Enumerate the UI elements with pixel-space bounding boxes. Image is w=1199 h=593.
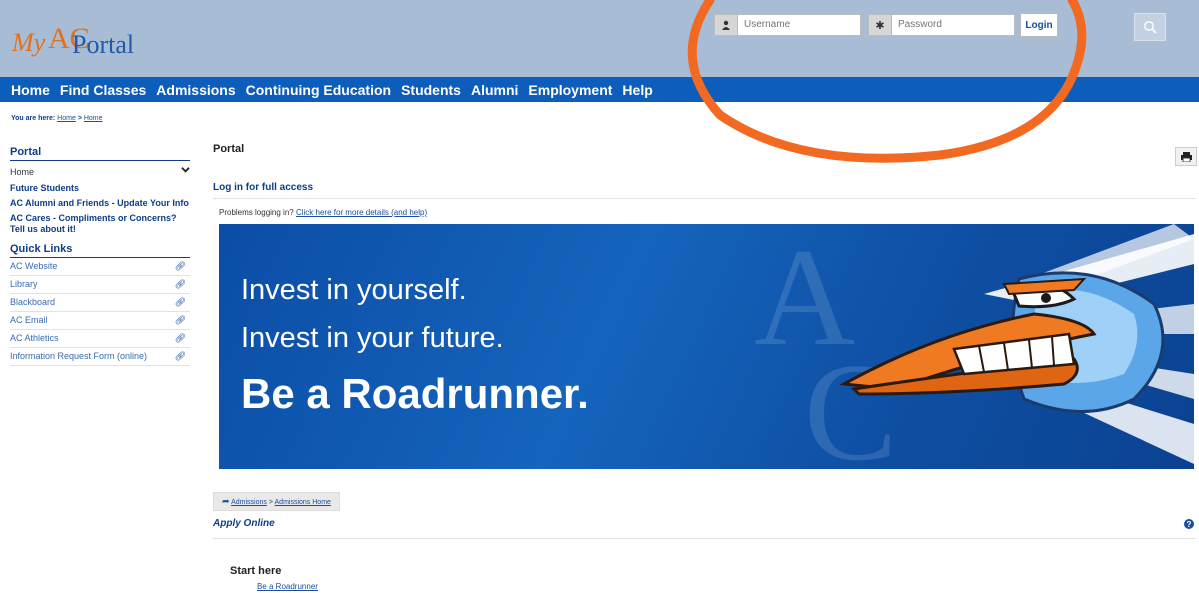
roadrunner-banner[interactable]: A C Invest in yourself. Invest in your f… (219, 224, 1194, 469)
search-button[interactable] (1134, 13, 1166, 41)
you-are-here-label: You are here: (11, 115, 56, 122)
be-a-roadrunner-link[interactable]: Be a Roadrunner (257, 582, 318, 591)
quick-link-ac-email[interactable]: AC Email 🔗︎ (10, 312, 190, 330)
page-title: Portal (213, 143, 245, 155)
problems-help-link[interactable]: Click here for more details (and help) (296, 208, 427, 217)
banner-line-2: Invest in your future. (241, 322, 504, 354)
sidebar-portal-heading: Portal (10, 146, 190, 161)
quick-link-info-request-form[interactable]: Information Request Form (online) 🔗︎ (10, 348, 190, 366)
sidebar-link-future-students[interactable]: Future Students (10, 183, 190, 194)
problems-logging-in: Problems logging in? Click here for more… (219, 208, 427, 217)
nav-alumni[interactable]: Alumni (471, 82, 518, 98)
username-input[interactable] (738, 14, 861, 36)
start-here-heading: Start here (230, 565, 282, 577)
password-input[interactable] (892, 14, 1015, 36)
you-are-here-breadcrumb: You are here: Home > Home (11, 115, 103, 122)
quick-link-label: AC Email (10, 315, 48, 325)
quick-link-ac-athletics[interactable]: AC Athletics 🔗︎ (10, 330, 190, 348)
sidebar-link-alumni-update[interactable]: AC Alumni and Friends - Update Your Info (10, 198, 190, 209)
nav-find-classes[interactable]: Find Classes (60, 82, 146, 98)
nav-students[interactable]: Students (401, 82, 461, 98)
breadcrumb-admissions-home-link[interactable]: Admissions Home (275, 499, 331, 506)
login-button[interactable]: Login (1020, 13, 1058, 37)
sidebar: Portal Home Future Students AC Alumni an… (10, 146, 190, 366)
logo-portal: Portal (72, 30, 135, 59)
breadcrumb-home-link-2[interactable]: Home (84, 115, 103, 122)
quick-link-label: AC Website (10, 261, 58, 271)
apply-online-heading: Apply Online (213, 518, 1196, 539)
quick-link-label: Blackboard (10, 297, 56, 307)
breadcrumb-home-link-1[interactable]: Home (57, 115, 76, 122)
quick-link-label: AC Athletics (10, 333, 59, 343)
breadcrumb-separator: > (77, 115, 82, 122)
user-icon (714, 14, 738, 36)
quick-link-ac-website[interactable]: AC Website 🔗︎ (10, 258, 190, 276)
username-group (714, 14, 861, 36)
nav-employment[interactable]: Employment (528, 82, 612, 98)
quick-link-library[interactable]: Library 🔗︎ (10, 276, 190, 294)
link-icon: 🔗︎ (174, 333, 186, 343)
header: My AC Portal ✱ Login (0, 0, 1199, 77)
banner-line-3: Be a Roadrunner. (241, 370, 589, 417)
print-icon[interactable] (1175, 147, 1197, 166)
password-group: ✱ (868, 14, 1015, 36)
nav-help[interactable]: Help (622, 82, 652, 98)
link-icon: 🔗︎ (174, 297, 186, 307)
share-arrow-icon: ➦ (222, 496, 230, 506)
link-icon: 🔗︎ (174, 351, 186, 361)
quick-link-label: Library (10, 279, 38, 289)
admissions-breadcrumb: ➦ Admissions > Admissions Home (213, 492, 340, 511)
problems-text: Problems logging in? (219, 208, 294, 217)
quick-link-label: Information Request Form (online) (10, 351, 148, 361)
link-icon: 🔗︎ (174, 261, 186, 271)
main-nav: Home Find Classes Admissions Continuing … (0, 77, 1199, 102)
nav-admissions[interactable]: Admissions (156, 82, 235, 98)
logo-my: My (12, 28, 46, 57)
link-icon: 🔗︎ (174, 315, 186, 325)
search-icon (1144, 21, 1157, 34)
quick-links-section: Quick Links AC Website 🔗︎ Library 🔗︎ Bla… (10, 243, 190, 366)
breadcrumb-separator: > (268, 499, 273, 506)
sidebar-link-ac-cares[interactable]: AC Cares - Compliments or Concerns? Tell… (10, 213, 190, 235)
asterisk-icon: ✱ (868, 14, 892, 36)
nav-continuing-education[interactable]: Continuing Education (246, 82, 391, 98)
link-icon: 🔗︎ (174, 279, 186, 289)
nav-home[interactable]: Home (11, 82, 50, 98)
quick-links-heading: Quick Links (10, 243, 190, 258)
login-full-access-heading: Log in for full access (213, 182, 1196, 199)
quick-link-blackboard[interactable]: Blackboard 🔗︎ (10, 294, 190, 312)
chevron-down-icon[interactable] (181, 165, 190, 179)
help-icon[interactable]: ? (1184, 519, 1194, 529)
sidebar-home-item[interactable]: Home (10, 165, 190, 179)
breadcrumb-admissions-link[interactable]: Admissions (231, 499, 267, 506)
banner-line-1: Invest in yourself. (241, 274, 467, 306)
roadrunner-mascot-icon (839, 224, 1194, 464)
sidebar-home-label: Home (10, 167, 35, 177)
